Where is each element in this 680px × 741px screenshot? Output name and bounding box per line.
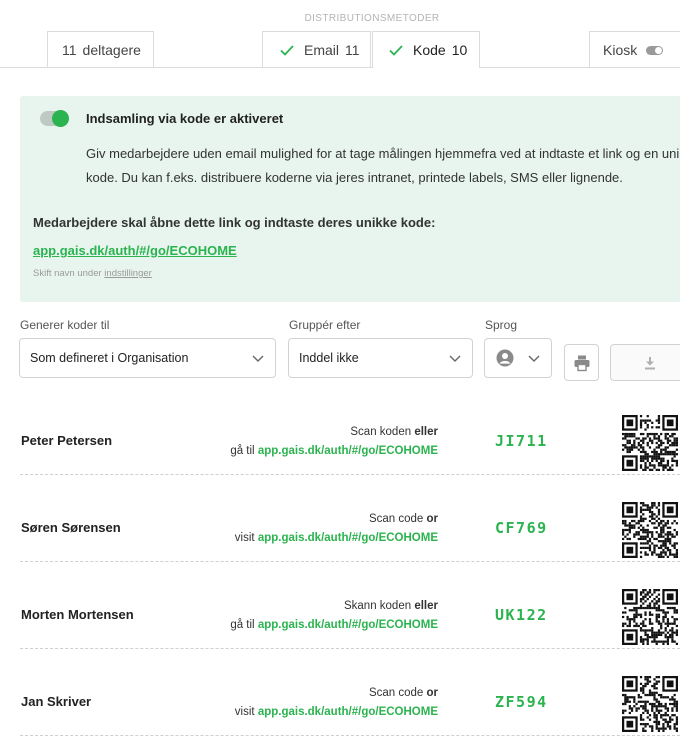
list-item: Jan Skriver Scan code or visit app.gais.… xyxy=(20,658,680,741)
scan-instructions: Scan code or visit app.gais.dk/auth/#/go… xyxy=(234,687,438,718)
tab-participants-label: deltagere xyxy=(82,42,141,58)
access-code: ZF594 xyxy=(495,693,548,711)
print-button[interactable] xyxy=(564,344,599,381)
tab-code-label: Kode xyxy=(413,42,446,58)
tab-email-count: 11 xyxy=(345,42,360,58)
download-icon xyxy=(645,356,655,369)
scan-instructions: Scan code or visit app.gais.dk/auth/#/go… xyxy=(234,513,438,544)
check-icon xyxy=(389,45,403,56)
scan-instructions: Skann koden eller gå til app.gais.dk/aut… xyxy=(230,600,438,631)
row-divider xyxy=(20,735,680,736)
row-divider xyxy=(20,474,680,475)
code-collection-panel: Indsamling via kode er aktiveret Giv med… xyxy=(20,96,680,302)
tab-code-count: 10 xyxy=(451,42,468,58)
person-name: Søren Sørensen xyxy=(21,520,121,535)
chevron-down-icon xyxy=(449,355,461,362)
panel-instruction: Medarbejdere skal åbne dette link og ind… xyxy=(33,215,436,230)
list-item: Peter Petersen Scan koden eller gå til a… xyxy=(20,397,680,484)
rename-note: Skift navn under indstillinger xyxy=(33,268,152,279)
list-item: Morten Mortensen Skann koden eller gå ti… xyxy=(20,571,680,658)
code-collection-toggle[interactable] xyxy=(40,110,69,127)
person-name: Peter Petersen xyxy=(21,433,113,448)
access-code: UK122 xyxy=(495,606,548,624)
row-divider xyxy=(20,561,680,562)
person-name: Jan Skriver xyxy=(21,694,92,709)
qr-code-icon xyxy=(622,502,678,558)
tab-kiosk-label: Kiosk xyxy=(603,42,638,58)
kiosk-toggle-icon[interactable] xyxy=(646,45,664,55)
group-by-select[interactable]: Inddel ikke xyxy=(288,338,473,378)
row-divider xyxy=(20,648,680,649)
chevron-down-icon xyxy=(528,355,540,362)
tab-participants-count: 11 xyxy=(62,42,77,58)
settings-link[interactable]: indstillinger xyxy=(104,268,152,279)
group-by-value: Inddel ikke xyxy=(299,351,359,365)
tab-participants[interactable]: 11 deltagere xyxy=(47,31,154,68)
qr-code-icon xyxy=(622,415,678,471)
qr-code-icon xyxy=(622,676,678,732)
language-label: Sprog xyxy=(485,318,518,332)
access-code: JI711 xyxy=(495,432,548,450)
access-code: CF769 xyxy=(495,519,548,537)
tab-email-label: Email xyxy=(304,42,340,58)
group-label: Gruppér efter xyxy=(289,318,361,332)
auth-link[interactable]: app.gais.dk/auth/#/go/ECOHOME xyxy=(33,243,237,258)
download-button[interactable] xyxy=(610,344,680,381)
qr-code-icon xyxy=(622,589,678,645)
generate-codes-value: Som defineret i Organisation xyxy=(30,351,189,365)
generate-codes-select[interactable]: Som defineret i Organisation xyxy=(19,338,276,378)
tabs-divider xyxy=(0,67,680,68)
panel-description: Giv medarbejdere uden email mulighed for… xyxy=(86,146,680,185)
scan-instructions: Scan koden eller gå til app.gais.dk/auth… xyxy=(230,426,438,457)
list-item: Søren Sørensen Scan code or visit app.ga… xyxy=(20,484,680,571)
person-name: Morten Mortensen xyxy=(21,607,134,622)
printer-icon xyxy=(574,355,589,371)
language-select[interactable] xyxy=(484,338,552,378)
tab-code[interactable]: Kode 10 xyxy=(372,31,480,68)
chevron-down-icon xyxy=(252,355,264,362)
check-icon xyxy=(280,45,294,56)
generate-label: Generer koder til xyxy=(20,318,110,332)
panel-title: Indsamling via kode er aktiveret xyxy=(86,111,284,126)
rename-note-text: Skift navn under xyxy=(33,268,102,279)
user-icon xyxy=(496,349,514,367)
tab-email[interactable]: Email 11 xyxy=(262,31,371,68)
tab-kiosk[interactable]: Kiosk xyxy=(589,31,680,68)
distribution-methods-label: DISTRIBUTIONSMETODER xyxy=(304,13,440,24)
